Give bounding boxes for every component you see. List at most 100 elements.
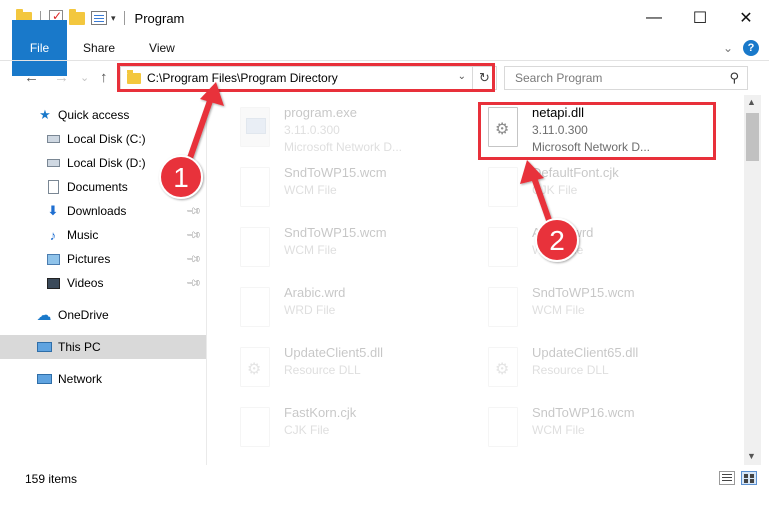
file-name: program.exe bbox=[284, 105, 357, 120]
sidebar-item-local-disk-c[interactable]: Local Disk (C:) bbox=[0, 127, 206, 151]
sidebar-item-label: This PC bbox=[58, 340, 101, 354]
file-type: CJK File bbox=[284, 423, 330, 437]
file-type: WRD File bbox=[284, 303, 336, 317]
file-type: CJK File bbox=[532, 183, 578, 197]
netapi-file-highlight bbox=[478, 102, 716, 160]
application-icon bbox=[240, 107, 270, 147]
file-item[interactable]: SndToWP16.wcm WCM File bbox=[482, 401, 720, 457]
sidebar-item-label: Network bbox=[58, 372, 103, 386]
sidebar-item-label: OneDrive bbox=[58, 308, 109, 322]
file-item[interactable]: Arabic.wrd WRD File bbox=[234, 281, 472, 337]
file-name: SndToWP15.wcm bbox=[284, 165, 387, 180]
up-button[interactable]: ↑ bbox=[100, 69, 108, 86]
minimize-button[interactable]: — bbox=[631, 0, 677, 36]
back-button[interactable]: ← bbox=[24, 69, 39, 86]
scroll-down-arrow-icon[interactable]: ▼ bbox=[747, 451, 756, 461]
details-view-icon[interactable] bbox=[719, 471, 735, 485]
search-icon[interactable]: ⚲ bbox=[729, 70, 739, 86]
scroll-up-arrow-icon[interactable]: ▲ bbox=[747, 97, 756, 107]
file-type: Resource DLL bbox=[284, 363, 361, 377]
vertical-scrollbar[interactable]: ▲ ▼ bbox=[744, 95, 761, 465]
sidebar-item-network[interactable]: Network bbox=[0, 367, 206, 391]
address-bar-highlight bbox=[117, 63, 495, 92]
file-icon bbox=[488, 407, 518, 447]
sidebar-item-this-pc[interactable]: This PC bbox=[0, 335, 206, 359]
file-name: UpdateClient65.dll bbox=[532, 345, 639, 360]
sidebar-item-label: Quick access bbox=[58, 108, 130, 122]
dll-gear-icon bbox=[240, 347, 270, 387]
file-item[interactable]: SndToWP15.wcm WCM File bbox=[234, 221, 472, 277]
sidebar-item-videos[interactable]: Videos 📌︎ bbox=[0, 271, 206, 295]
file-icon bbox=[240, 407, 270, 447]
file-item[interactable]: UpdateClient65.dll Resource DLL bbox=[482, 341, 720, 397]
properties-icon[interactable] bbox=[91, 11, 107, 25]
file-type: WRD File bbox=[532, 243, 584, 257]
file-name: Arabic.wrd bbox=[532, 225, 594, 240]
file-item[interactable]: DefaultFont.cjk CJK File bbox=[482, 161, 720, 217]
item-count: 159 items bbox=[25, 472, 78, 486]
file-name: SndToWP15.wcm bbox=[532, 285, 635, 300]
file-icon bbox=[240, 167, 270, 207]
customize-toolbar-chevron-icon[interactable]: ▾ bbox=[111, 13, 116, 24]
sidebar-item-label: Downloads bbox=[67, 204, 127, 218]
sidebar-item-label: Local Disk (C:) bbox=[67, 132, 146, 146]
pictures-icon bbox=[45, 252, 61, 266]
file-item[interactable]: FastKorn.cjk CJK File bbox=[234, 401, 472, 457]
ribbon-tabs: File Home Share View ⌄ ? bbox=[0, 20, 769, 76]
sidebar-item-downloads[interactable]: ⬇ Downloads 📌︎ bbox=[0, 199, 206, 223]
drive-icon bbox=[45, 132, 61, 146]
scrollbar-thumb[interactable] bbox=[746, 113, 759, 161]
pin-icon[interactable]: 📌︎ bbox=[185, 227, 202, 244]
tab-share[interactable]: Share bbox=[66, 36, 132, 60]
sidebar-item-quick-access[interactable]: ★ Quick access bbox=[0, 103, 206, 127]
new-folder-icon[interactable] bbox=[69, 8, 85, 25]
sidebar-item-documents[interactable]: Documents bbox=[0, 175, 206, 199]
file-item-program-exe[interactable]: program.exe 3.11.0.300 Microsoft Network… bbox=[234, 101, 472, 157]
help-icon[interactable]: ? bbox=[743, 40, 759, 56]
search-placeholder: Search Program bbox=[515, 71, 603, 85]
network-icon bbox=[36, 372, 52, 386]
recent-locations-chevron-icon[interactable]: ⌄ bbox=[80, 71, 89, 84]
pin-icon[interactable]: 📌︎ bbox=[185, 275, 202, 292]
file-item[interactable]: UpdateClient5.dll Resource DLL bbox=[234, 341, 472, 397]
file-item[interactable]: Arabic.wrd WRD File bbox=[482, 221, 720, 277]
file-name: SndToWP15.wcm bbox=[284, 225, 387, 240]
sidebar-item-onedrive[interactable]: ☁ OneDrive bbox=[0, 303, 206, 327]
large-icons-view-icon[interactable] bbox=[741, 471, 757, 485]
dll-gear-icon bbox=[488, 347, 518, 387]
file-item[interactable]: SndToWP15.wcm WCM File bbox=[234, 161, 472, 217]
title-bar: ▾ Program — ☐ ✕ bbox=[0, 0, 769, 36]
video-icon bbox=[45, 276, 61, 290]
expand-ribbon-chevron-icon[interactable]: ⌄ bbox=[723, 41, 733, 55]
file-type: WCM File bbox=[284, 243, 337, 257]
file-item[interactable]: SndToWP15.wcm WCM File bbox=[482, 281, 720, 337]
file-name: DefaultFont.cjk bbox=[532, 165, 619, 180]
music-icon: ♪ bbox=[49, 227, 57, 243]
file-name: Arabic.wrd bbox=[284, 285, 346, 300]
sidebar-item-music[interactable]: ♪ Music 📌︎ bbox=[0, 223, 206, 247]
sidebar-item-label: Local Disk (D:) bbox=[67, 156, 146, 170]
toolbar-divider bbox=[123, 11, 125, 25]
computer-icon bbox=[36, 340, 52, 354]
pin-icon[interactable]: 📌︎ bbox=[185, 251, 202, 268]
close-button[interactable]: ✕ bbox=[723, 0, 769, 36]
file-type: WCM File bbox=[284, 183, 337, 197]
file-type: WCM File bbox=[532, 303, 585, 317]
file-icon bbox=[240, 287, 270, 327]
pin-icon[interactable]: 📌︎ bbox=[185, 203, 202, 220]
file-description: Microsoft Network D... bbox=[284, 140, 403, 154]
forward-button[interactable]: → bbox=[54, 69, 69, 86]
document-icon bbox=[45, 180, 61, 194]
maximize-button[interactable]: ☐ bbox=[677, 0, 723, 36]
navigation-pane: ★ Quick access Local Disk (C:) Local Dis… bbox=[0, 95, 207, 465]
sidebar-item-local-disk-d[interactable]: Local Disk (D:) bbox=[0, 151, 206, 175]
sidebar-item-label: Music bbox=[67, 228, 99, 242]
cloud-icon: ☁ bbox=[36, 307, 52, 324]
file-type: WCM File bbox=[532, 423, 585, 437]
file-version: 3.11.0.300 bbox=[284, 123, 340, 137]
tab-view[interactable]: View bbox=[132, 36, 192, 60]
search-input[interactable]: Search Program ⚲ bbox=[504, 66, 748, 90]
window-title: Program bbox=[134, 10, 185, 26]
sidebar-item-pictures[interactable]: Pictures 📌︎ bbox=[0, 247, 206, 271]
file-type: Resource DLL bbox=[532, 363, 609, 377]
